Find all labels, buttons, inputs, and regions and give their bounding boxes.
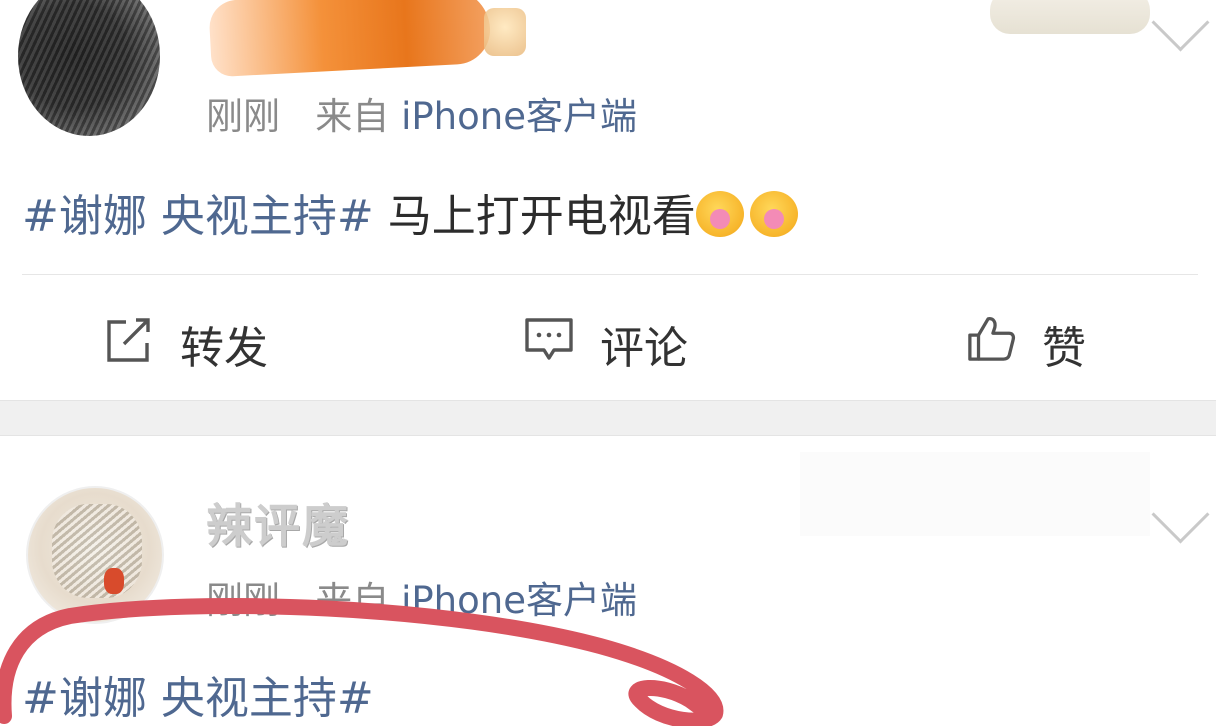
comment-button[interactable]: 评论 [524,312,724,374]
hashtag-link[interactable]: #谢娜 央视主持# [22,191,374,242]
author-avatar[interactable] [18,0,160,136]
post-body-text: 马上打开电视看 [373,191,696,242]
flower-smile-emoji-icon [749,191,798,237]
comment-icon [525,318,573,360]
like-button[interactable]: 赞 [966,312,1126,374]
post-meta: 刚刚 来自 iPhone客户端 [206,86,637,140]
divider [22,274,1198,275]
repost-label: 转发 [180,323,268,374]
source-link[interactable]: iPhone客户端 [401,95,637,138]
red-circle-annotation [0,598,724,726]
comment-label: 评论 [600,323,688,374]
repost-button[interactable]: 转发 [104,312,304,374]
source-prefix: 来自 [315,95,390,138]
flower-smile-emoji-icon [695,191,744,237]
post-time: 刚刚 [206,95,280,138]
post-separator [0,400,1216,436]
chevron-down-icon[interactable] [1151,485,1210,544]
thumbs-up-icon [968,317,1016,361]
decoration-sticker [990,0,1150,34]
member-badge-icon [484,8,526,56]
author-name[interactable]: 辣评魔 [206,490,350,556]
post-content: #谢娜 央视主持# 马上打开电视看 [22,180,804,244]
author-name-redacted[interactable] [208,0,492,78]
like-label: 赞 [1042,323,1086,374]
chevron-down-icon[interactable] [1151,0,1210,52]
smudge [800,452,1150,536]
repost-icon [107,318,150,362]
